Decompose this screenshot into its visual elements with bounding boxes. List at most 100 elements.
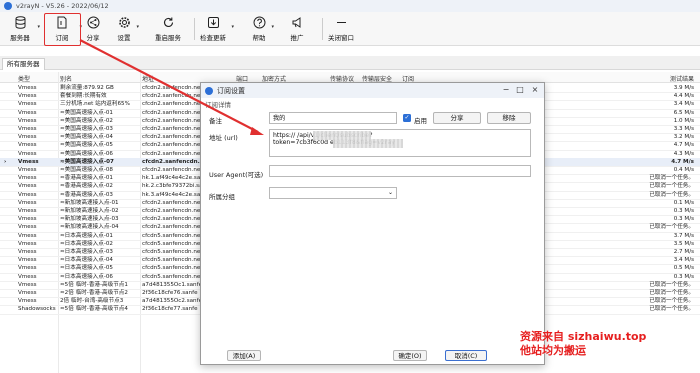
cell-speed: 3.9 M/s xyxy=(673,85,694,91)
cell-address: cfcdn5.sanfencdn.net xyxy=(142,257,203,264)
share-button[interactable]: 分享 xyxy=(84,14,102,44)
cell-type: Vmess xyxy=(18,240,37,247)
cell-type: Vmess xyxy=(18,290,37,296)
cell-type: Vmess xyxy=(18,208,37,214)
close-window-button[interactable]: 关闭窗口 xyxy=(326,14,356,44)
cell-name: ≈新加坡高速接入点-04 xyxy=(60,224,119,231)
cell-name: ≈5倍 临时-香港-高级节点4 xyxy=(60,306,128,313)
subscription-settings-dialog: 订阅设置 − □ × 订阅详情 备注 我的 ✓ 启用 分享 移除 地址 (url… xyxy=(200,82,545,365)
enable-label: 启用 xyxy=(414,117,427,125)
cell-address: cfcdn5.sanfencdn.net xyxy=(142,249,203,255)
dialog-title-bar: 订阅设置 xyxy=(201,83,544,98)
column-name[interactable]: 别名 xyxy=(60,74,72,83)
check-update-button[interactable]: 检查更新 ▾ xyxy=(198,14,234,44)
selected-row-marker-icon: › xyxy=(4,158,7,165)
subscription-highlight-box xyxy=(44,13,81,46)
cell-address: cfcdn2.sanfencdn.net xyxy=(142,109,203,116)
restart-service-button[interactable]: 重启服务 xyxy=(150,14,186,44)
toolbar-separator xyxy=(194,18,195,40)
chevron-down-icon: ▾ xyxy=(271,24,274,30)
share-icon xyxy=(86,15,100,29)
ok-button[interactable]: 确定(O) xyxy=(393,350,427,361)
help-label: 帮助 xyxy=(252,34,266,42)
cell-name: 2倍 临时-台湾-高级节点3 xyxy=(60,298,124,305)
cell-name: ≈美国高速接入点-03 xyxy=(60,126,113,132)
column-speed[interactable]: 测试结果 xyxy=(670,74,694,83)
cell-address: cfcdn5.sanfencdn.net xyxy=(142,273,203,280)
cell-speed: 0.3 M/s xyxy=(673,208,694,214)
remove-subscription-button[interactable]: 移除 xyxy=(487,112,531,124)
cell-speed: 3.4 M/s xyxy=(673,101,694,108)
app-window: v2rayN - V5.26 - 2022/06/12 服务器 ▾ 订阅 ▾ 分… xyxy=(0,0,700,373)
chevron-down-icon: ⌄ xyxy=(387,189,393,196)
cell-type: Vmess xyxy=(18,142,37,149)
cell-speed: 1.0 M/s xyxy=(673,117,694,124)
cell-name: ≈美国高速接入点-05 xyxy=(60,142,113,149)
cell-speed: 0.4 M/s xyxy=(673,167,694,173)
cell-type: Vmess xyxy=(18,101,37,108)
remark-input[interactable]: 我的 xyxy=(269,112,397,124)
servers-button[interactable]: 服务器 ▾ xyxy=(6,14,40,44)
cell-name: ≈香港高速接入点-02 xyxy=(60,183,113,190)
cancel-button[interactable]: 取消(C) xyxy=(445,350,487,361)
cell-speed: 3.4 M/s xyxy=(673,257,694,264)
add-button[interactable]: 添加(A) xyxy=(227,350,261,361)
cell-type: Vmess xyxy=(18,85,37,91)
toolbar: 服务器 ▾ 订阅 ▾ 分享 设置 ▾ 重启服务 检查更新 ▾ 帮助 ▾ 推广 关… xyxy=(0,12,700,46)
close-window-label: 关闭窗口 xyxy=(328,34,354,42)
cell-speed: 已取消一个任务。 xyxy=(649,191,694,198)
dialog-maximize-button[interactable]: □ xyxy=(515,85,525,95)
redacted-token-part xyxy=(333,139,403,148)
cell-address: cfcdn5.sanfencdn.net xyxy=(142,265,203,272)
cell-address: cfcdn2.sanfencdn.net xyxy=(142,150,203,157)
help-icon xyxy=(252,15,266,29)
cell-address: cfcdn2.sanfencdn.net xyxy=(142,93,203,100)
cell-name: 剩余流量:879.92 GB xyxy=(60,85,114,91)
settings-button[interactable]: 设置 ▾ xyxy=(115,14,139,44)
share-subscription-button[interactable]: 分享 xyxy=(433,112,481,124)
watermark-line-2: 他站均为搬运 xyxy=(520,344,586,357)
column-type[interactable]: 类型 xyxy=(18,74,30,83)
user-agent-input[interactable] xyxy=(269,165,531,177)
cell-speed: 6.5 M/s xyxy=(673,109,694,116)
promote-button[interactable]: 推广 xyxy=(288,14,306,44)
cell-address: cfcdn2.sanfencdn.net xyxy=(142,216,203,223)
cell-address: cfcdn2.sanfencdn.net xyxy=(142,85,203,91)
cell-name: ≈日本高速接入点-05 xyxy=(60,265,113,272)
toolbar-separator xyxy=(322,18,323,40)
cell-name: ≈新加坡高速接入点-01 xyxy=(60,199,119,206)
cell-type: Vmess xyxy=(18,191,37,198)
cell-name: ≈香港高速接入点-01 xyxy=(60,175,113,182)
user-agent-label: User Agent(可选) xyxy=(209,171,264,179)
watermark: 资源来自 sizhaiwu.top 他站均为搬运 xyxy=(520,330,646,358)
cell-speed: 3.3 M/s xyxy=(673,126,694,132)
cell-address: a7d481355Oc2.sanfe xyxy=(142,298,203,305)
cell-speed: 已取消一个任务。 xyxy=(649,183,694,190)
dialog-minimize-button[interactable]: − xyxy=(501,85,511,95)
cell-type: Shadowsocks xyxy=(18,306,56,313)
enable-checkbox[interactable]: ✓ xyxy=(403,114,411,122)
cell-speed: 已取消一个任务。 xyxy=(649,290,694,296)
remark-label: 备注 xyxy=(209,117,222,125)
chevron-down-icon: ▾ xyxy=(136,24,139,30)
column-address[interactable]: 地址 xyxy=(142,74,154,83)
help-button[interactable]: 帮助 ▾ xyxy=(250,14,274,44)
cell-name: ≈日本高速接入点-06 xyxy=(60,273,113,280)
cell-name: ≈美国高速接入点-07 xyxy=(60,158,114,165)
cell-address: a7d481355Oc1.sanfe xyxy=(142,281,203,288)
cell-speed: 已取消一个任务。 xyxy=(649,175,694,182)
cell-address: 2f36c18cfe76.sanfe xyxy=(142,290,198,296)
dialog-close-button[interactable]: × xyxy=(530,85,540,95)
cell-type: Vmess xyxy=(18,93,37,100)
cell-name: ≈2倍 临时-香港-高级节点2 xyxy=(60,290,128,296)
cell-speed: 4.7 M/s xyxy=(671,158,694,165)
cell-address: cfcdn5.sanfencdn.net xyxy=(142,240,203,247)
tab-all-servers[interactable]: 所有服务器 xyxy=(2,58,45,70)
cell-speed: 已取消一个任务。 xyxy=(649,298,694,305)
cell-speed: 已取消一个任务。 xyxy=(649,224,694,231)
cell-name: ≈日本高速接入点-03 xyxy=(60,249,113,255)
watermark-line-1: 资源来自 sizhaiwu.top xyxy=(520,330,647,343)
group-select[interactable]: ⌄ xyxy=(269,187,397,199)
cell-address: cfcdn2.sanfencdn.net xyxy=(142,117,203,124)
cell-speed: 3.2 M/s xyxy=(673,134,694,141)
